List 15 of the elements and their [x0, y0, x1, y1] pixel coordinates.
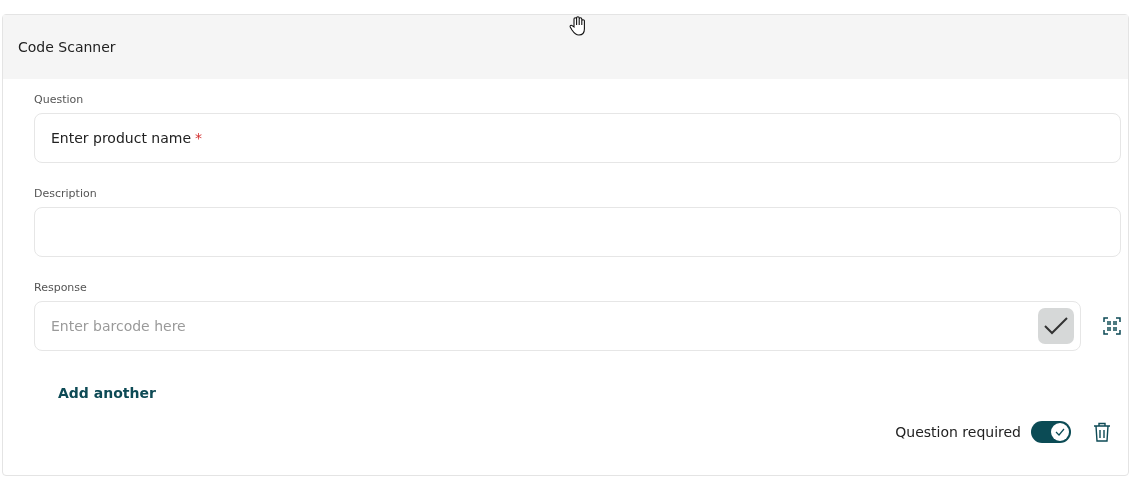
- add-another-link[interactable]: Add another: [58, 385, 156, 401]
- input-field[interactable]: [34, 207, 1121, 257]
- required-toggle[interactable]: [1031, 421, 1071, 443]
- toggle-label: Question required: [895, 424, 1021, 440]
- qr-code-icon[interactable]: [1103, 317, 1121, 335]
- input-field[interactable]: Enter product name *: [34, 113, 1121, 163]
- barcode-field[interactable]: Enter barcode here: [34, 301, 1081, 351]
- field-label: Response: [34, 281, 88, 294]
- checkmark-icon: [1043, 316, 1069, 336]
- checkmark-icon: [1055, 428, 1065, 436]
- field-label: Question: [34, 93, 85, 106]
- confirm-button[interactable]: [1038, 308, 1074, 344]
- card-title: Code Scanner: [18, 39, 116, 55]
- trash-icon[interactable]: [1093, 422, 1111, 442]
- field-label: Description: [34, 187, 98, 200]
